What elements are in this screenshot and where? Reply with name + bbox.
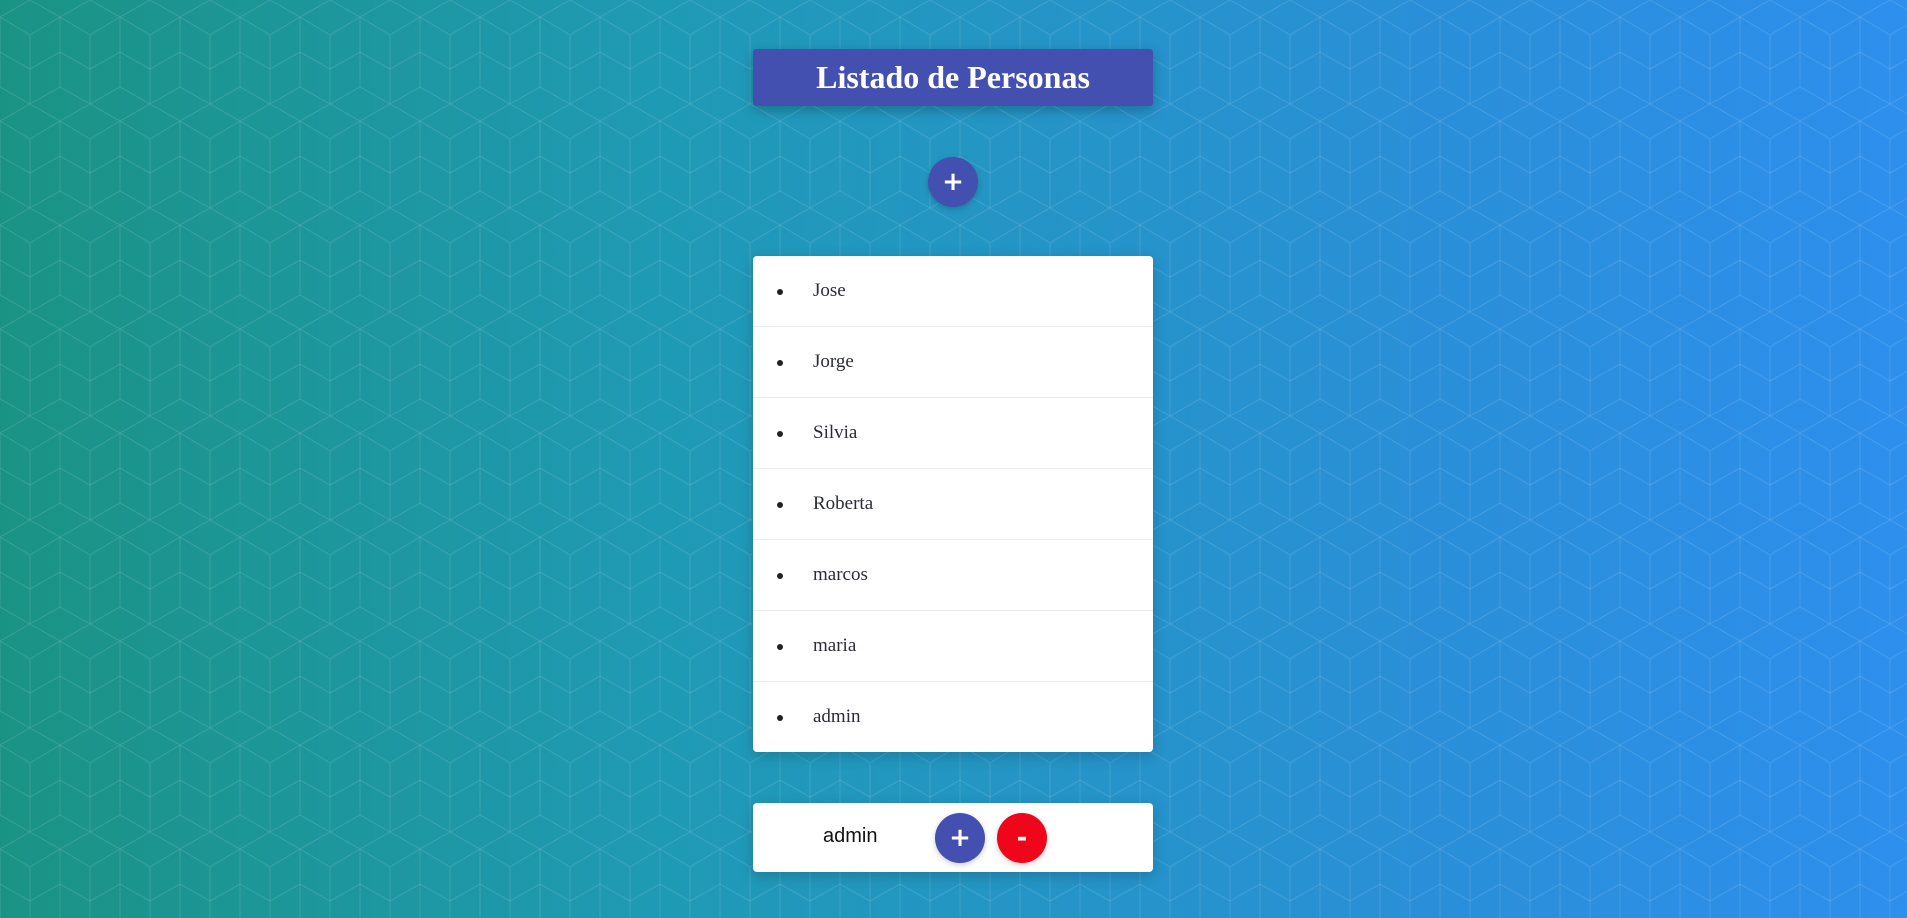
people-list-card: Jose Jorge Silvia Roberta marcos maria a…: [753, 256, 1153, 752]
list-item-jose[interactable]: Jose: [753, 256, 1153, 327]
minus-icon: -: [1016, 823, 1028, 853]
remove-button[interactable]: -: [997, 813, 1047, 863]
bullet-icon: [777, 573, 783, 579]
increment-button[interactable]: +: [935, 813, 985, 863]
selected-user-card: admin + -: [753, 803, 1153, 872]
list-item-silvia[interactable]: Silvia: [753, 398, 1153, 469]
list-item-label: Roberta: [813, 493, 874, 514]
list-item-label: Jose: [813, 280, 846, 301]
page-title: Listado de Personas: [816, 59, 1090, 95]
list-item-marcos[interactable]: marcos: [753, 540, 1153, 611]
bullet-icon: [777, 431, 783, 437]
list-item-label: admin: [813, 706, 861, 727]
add-person-button[interactable]: +: [928, 157, 978, 207]
bullet-icon: [777, 644, 783, 650]
list-item-admin[interactable]: admin: [753, 682, 1153, 752]
bullet-icon: [777, 715, 783, 721]
people-list: Jose Jorge Silvia Roberta marcos maria a…: [753, 256, 1153, 752]
bullet-icon: [777, 360, 783, 366]
bullet-icon: [777, 502, 783, 508]
list-item-label: Silvia: [813, 422, 858, 443]
list-item-label: maria: [813, 635, 857, 656]
page-title-box: Listado de Personas: [753, 49, 1153, 106]
list-item-maria[interactable]: maria: [753, 611, 1153, 682]
plus-icon: +: [949, 823, 971, 853]
selected-user-name: admin: [823, 825, 878, 847]
list-item-roberta[interactable]: Roberta: [753, 469, 1153, 540]
list-item-jorge[interactable]: Jorge: [753, 327, 1153, 398]
bullet-icon: [777, 289, 783, 295]
list-item-label: Jorge: [813, 351, 854, 372]
plus-icon: +: [942, 167, 964, 197]
list-item-label: marcos: [813, 564, 868, 585]
